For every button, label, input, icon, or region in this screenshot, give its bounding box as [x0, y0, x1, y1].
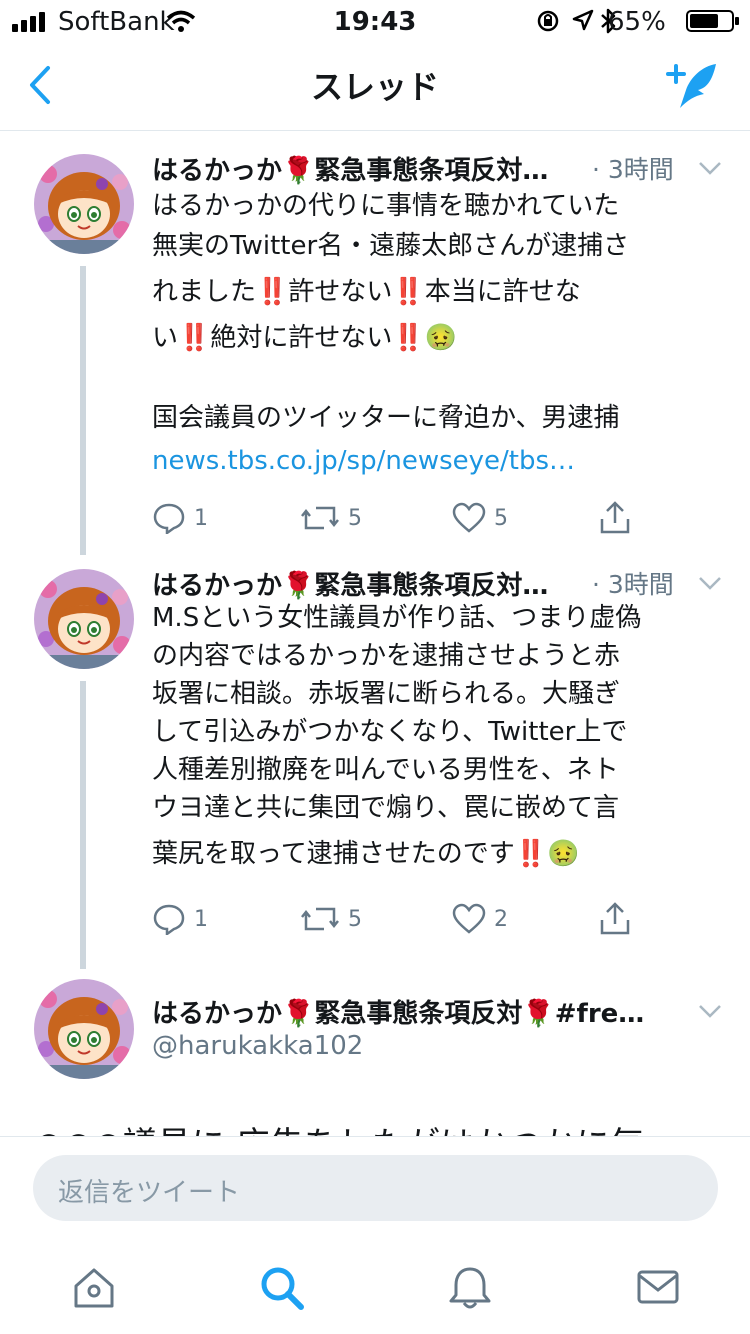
retweet-count: 5 [348, 505, 362, 531]
tweet-text-peek: ○○○議員に 広告をしたがはかつかに気… [34, 1117, 678, 1136]
share-button[interactable] [598, 899, 632, 939]
compose-tweet-icon[interactable] [664, 60, 722, 110]
thread-line [80, 266, 86, 555]
thread-line [80, 681, 86, 969]
location-arrow-icon [572, 9, 594, 31]
tweet-author-handle[interactable]: @harukakka102 [152, 1031, 363, 1061]
reply-count: 1 [194, 505, 208, 531]
retweet-button[interactable]: 5 [300, 498, 362, 538]
avatar[interactable] [34, 569, 134, 669]
tweet-text: M.Sという女性議員が作り話、つまり虚偽 の内容ではるかっかを逮捕させようと赤 … [152, 599, 727, 873]
reply-icon [153, 503, 185, 534]
like-button[interactable]: 2 [452, 899, 508, 939]
retweet-icon [301, 907, 339, 931]
tweet-item[interactable]: はるかっか🌹緊急事態条項反対… · 3時間 はるかっかの代りに事情を聴かれていた… [0, 130, 750, 555]
reply-icon [153, 904, 185, 935]
retweet-button[interactable]: 5 [300, 899, 362, 939]
like-button[interactable]: 5 [452, 498, 508, 538]
share-button[interactable] [598, 498, 632, 538]
heart-icon [452, 903, 486, 934]
tab-search[interactable] [252, 1260, 312, 1316]
notifications-bell-icon [449, 1267, 491, 1309]
page-title: スレッド [310, 68, 439, 106]
retweet-icon [301, 506, 339, 530]
tweet-author-name[interactable]: はるかっか🌹緊急事態条項反対… [152, 150, 548, 187]
tweet-text-line [152, 358, 727, 398]
tab-messages[interactable] [628, 1260, 688, 1316]
tweet-text-line: ウヨ達と共に集団で煽り、罠に嵌めて言 [152, 793, 619, 823]
home-icon [74, 1268, 114, 1308]
orientation-lock-icon [537, 10, 559, 32]
tweet-text-line: 坂署に相談。赤坂署に断られる。大騒ぎ [152, 679, 621, 709]
tweet-text: はるかっかの代りに事情を聴かれていた 無実のTwitter名・遠藤太郎さんが逮捕… [152, 186, 727, 438]
messages-envelope-icon [637, 1270, 679, 1304]
share-icon [600, 501, 630, 534]
tweet-text-line: れました‼️許せない‼️本当に許せな [152, 277, 581, 307]
status-bar: SoftBank 19:43 65% [0, 0, 750, 42]
reply-button[interactable]: 1 [152, 899, 208, 939]
share-icon [600, 902, 630, 935]
like-count: 5 [494, 505, 508, 531]
reply-button[interactable]: 1 [152, 498, 208, 538]
tab-bar [0, 1246, 750, 1334]
nav-bar: スレッド [0, 42, 750, 131]
chevron-down-icon[interactable] [698, 575, 722, 591]
tweet-timestamp: · 3時間 [592, 155, 674, 184]
tweet-timestamp: · 3時間 [592, 570, 674, 599]
tweet-text-line: M.Sという女性議員が作り話、つまり虚偽 [152, 603, 642, 633]
tweet-link[interactable]: news.tbs.co.jp/sp/newseye/tbs… [152, 446, 575, 476]
search-icon [261, 1267, 304, 1310]
reply-placeholder: 返信をツイート [58, 1178, 241, 1208]
tweet-actions: 1 5 5 [152, 498, 662, 538]
tweet-text-line: の内容ではるかっかを逮捕させようと赤 [152, 641, 621, 671]
focused-tweet[interactable]: はるかっか🌹緊急事態条項反対🌹#fre… @harukakka102 ○○○議員… [0, 965, 750, 1136]
tab-notifications[interactable] [440, 1260, 500, 1316]
avatar[interactable] [34, 154, 134, 254]
tweet-text-line: い‼️絶対に許せない‼️🤢 [152, 323, 458, 353]
tweet-item[interactable]: はるかっか🌹緊急事態条項反対… · 3時間 M.Sという女性議員が作り話、つまり… [0, 555, 750, 969]
avatar[interactable] [34, 979, 134, 1079]
retweet-count: 5 [348, 906, 362, 932]
like-count: 2 [494, 906, 508, 932]
tweet-text-line: 人種差別撤廃を叫んでいる男性を、ネト [152, 755, 619, 785]
tweet-text-line: 無実のTwitter名・遠藤太郎さんが逮捕さ [152, 231, 630, 261]
tweet-text-line: 葉尻を取って逮捕させたのです‼️🤢 [152, 839, 580, 869]
tab-home[interactable] [64, 1260, 124, 1316]
tweet-author-name[interactable]: はるかっか🌹緊急事態条項反対… [152, 565, 548, 602]
tweet-text-line: して引込みがつかなくなり、Twitter上で [152, 717, 628, 747]
battery-percent: 65% [608, 7, 666, 37]
tweet-actions: 1 5 2 [152, 899, 662, 939]
tweet-author-name[interactable]: はるかっか🌹緊急事態条項反対🌹#fre… [152, 993, 644, 1030]
battery-icon [686, 10, 739, 32]
chevron-down-icon[interactable] [698, 160, 722, 176]
heart-icon [452, 502, 486, 533]
tweet-text-line: はるかっかの代りに事情を聴かれていた [152, 191, 620, 221]
chevron-down-icon[interactable] [698, 1003, 722, 1019]
reply-count: 1 [194, 906, 208, 932]
link-card-title[interactable]: 国会議員のツイッターに脅迫か、男逮捕 [152, 398, 727, 438]
reply-bar: 返信をツイート [0, 1136, 750, 1247]
